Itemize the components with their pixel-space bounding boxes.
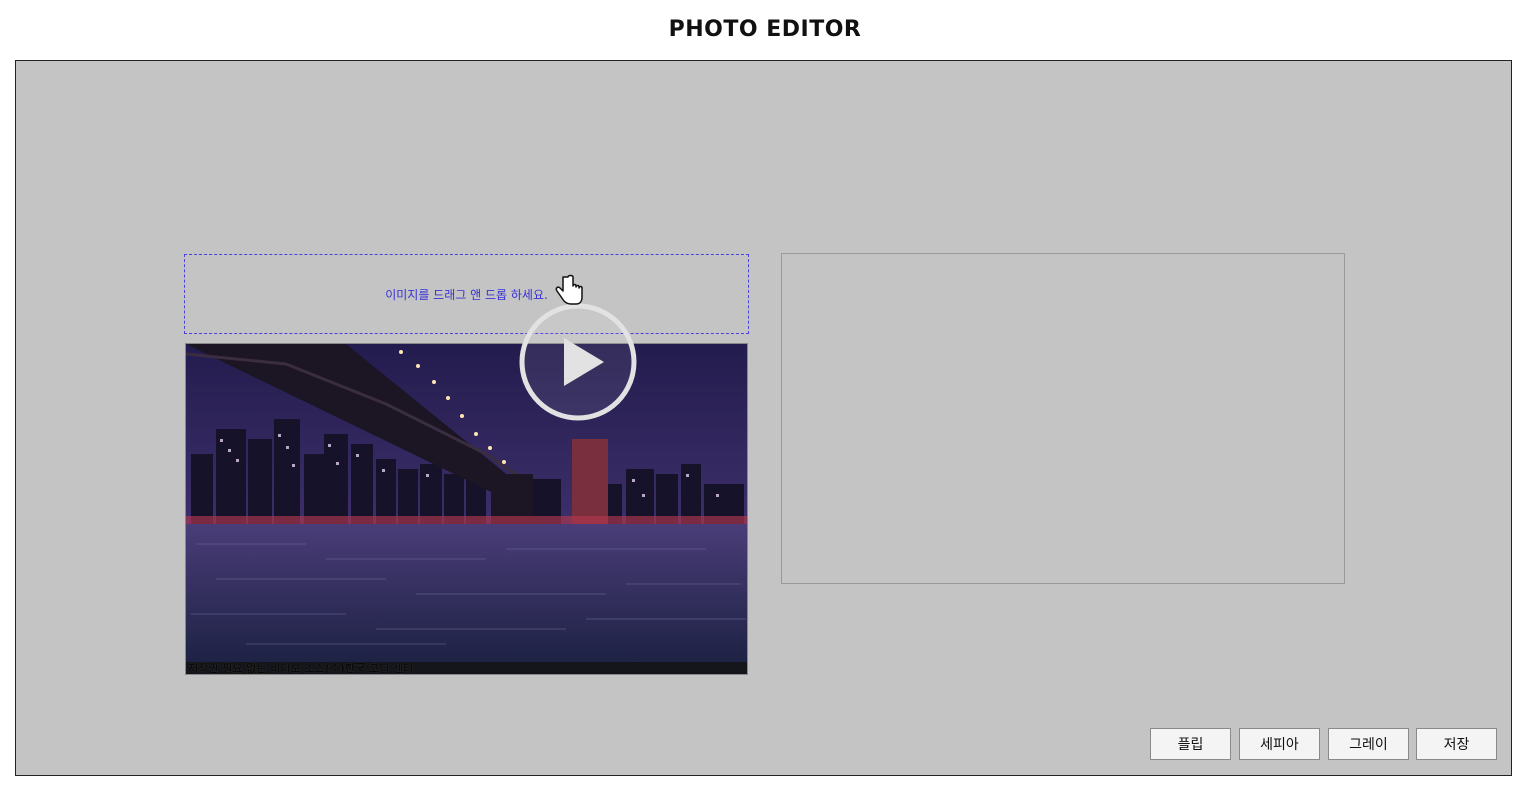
save-button[interactable]: 저장 bbox=[1416, 728, 1497, 760]
image-dropzone[interactable]: 이미지를 드래그 앤 드롭 하세요. bbox=[184, 254, 749, 334]
gray-button[interactable]: 그레이 bbox=[1328, 728, 1409, 760]
flip-button[interactable]: 플립 bbox=[1150, 728, 1231, 760]
dropzone-hint: 이미지를 드래그 앤 드롭 하세요. bbox=[385, 287, 548, 302]
page-title: PHOTO EDITOR bbox=[668, 17, 862, 42]
output-canvas bbox=[781, 253, 1345, 584]
hand-pointer-icon bbox=[555, 274, 583, 305]
editor-workspace: 이미지를 드래그 앤 드롭 하세요. 저작권 필요 없는 비디오 소스(주)한국… bbox=[15, 60, 1512, 776]
sepia-button[interactable]: 세피아 bbox=[1239, 728, 1320, 760]
city-bridge-night-image bbox=[186, 344, 747, 674]
video-caption: 저작권 필요 없는 비디오 소스(주)한국 코딩 센터 bbox=[188, 662, 414, 674]
play-icon[interactable] bbox=[518, 302, 638, 422]
video-preview[interactable]: 저작권 필요 없는 비디오 소스(주)한국 코딩 센터 bbox=[185, 343, 748, 675]
video-caption-bar: 저작권 필요 없는 비디오 소스(주)한국 코딩 센터 bbox=[186, 662, 747, 674]
